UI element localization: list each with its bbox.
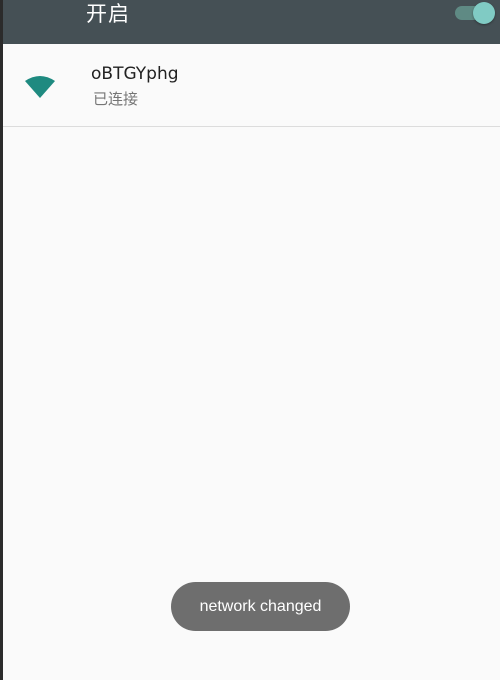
network-list-item[interactable]: oBTGYphg 已连接 — [3, 44, 500, 127]
network-ssid: oBTGYphg — [91, 64, 179, 84]
switch-thumb — [473, 2, 495, 24]
toast-message: network changed — [171, 582, 350, 631]
network-status: 已连接 — [93, 90, 139, 108]
wifi-toggle-switch[interactable] — [455, 2, 500, 24]
wifi-toggle-bar: 开启 — [3, 0, 500, 44]
wifi-signal-icon — [25, 76, 55, 98]
wifi-toggle-label: 开启 — [86, 2, 130, 26]
wifi-settings-screen: 开启 oBTGYphg 已连接 network changed — [0, 0, 500, 680]
